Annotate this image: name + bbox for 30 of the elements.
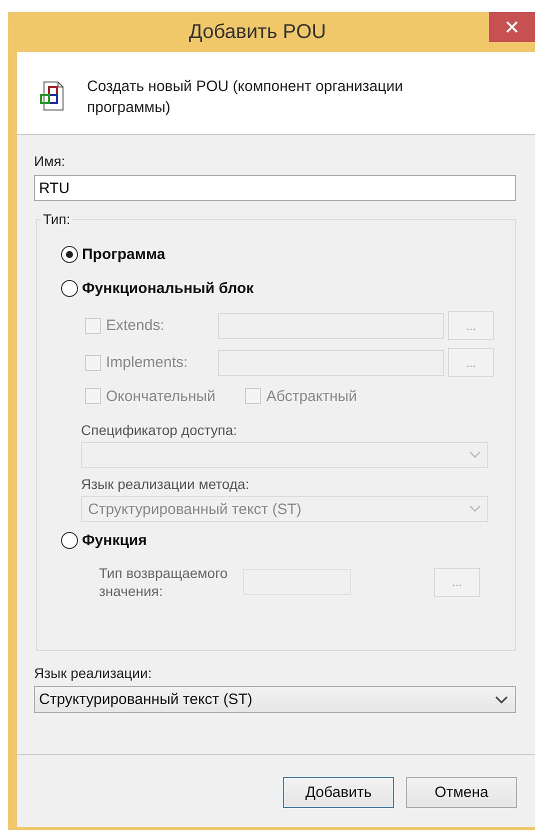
document-icon: [39, 81, 65, 111]
radio-button[interactable]: [61, 532, 78, 548]
close-icon: [506, 21, 518, 33]
chevron-down-icon: [469, 451, 481, 459]
text-field[interactable]: [218, 312, 444, 338]
radio-label: Функциональный блок: [82, 280, 254, 296]
field-label: Тип возвращаемого значения:: [99, 564, 229, 600]
checkbox-label: Extends:: [106, 317, 166, 334]
name-input[interactable]: RTU: [34, 175, 516, 201]
implementation-dropdown[interactable]: Структурированный текст (ST): [34, 686, 516, 713]
checkbox-label: Окончательный: [106, 388, 216, 404]
text-field[interactable]: [218, 350, 444, 376]
radio-label: Программа: [82, 246, 166, 262]
implementation-label: Язык реализации:: [34, 665, 153, 681]
radio-button[interactable]: [61, 246, 78, 262]
chevron-down-icon: [495, 696, 508, 704]
close-button[interactable]: [489, 12, 535, 42]
group-label: Тип:: [41, 211, 72, 227]
checkbox-label: Абстрактный: [266, 388, 357, 404]
dropdown-label: Язык реализации метода:: [81, 476, 250, 492]
header-text: Создать новый POU (компонент организации программы): [87, 77, 404, 118]
dialog-button[interactable]: Отмена: [406, 777, 517, 808]
window-title: Добавить POU: [188, 20, 326, 44]
radio-button[interactable]: [61, 280, 78, 296]
dialog-button[interactable]: Добавить: [283, 777, 394, 808]
checkbox-label: Implements:: [106, 354, 189, 371]
radio-label: Функция: [82, 532, 147, 548]
dropdown-label: Спецификатор доступа:: [81, 422, 238, 438]
chevron-down-icon: [469, 505, 481, 513]
name-label: Имя:: [34, 153, 66, 169]
